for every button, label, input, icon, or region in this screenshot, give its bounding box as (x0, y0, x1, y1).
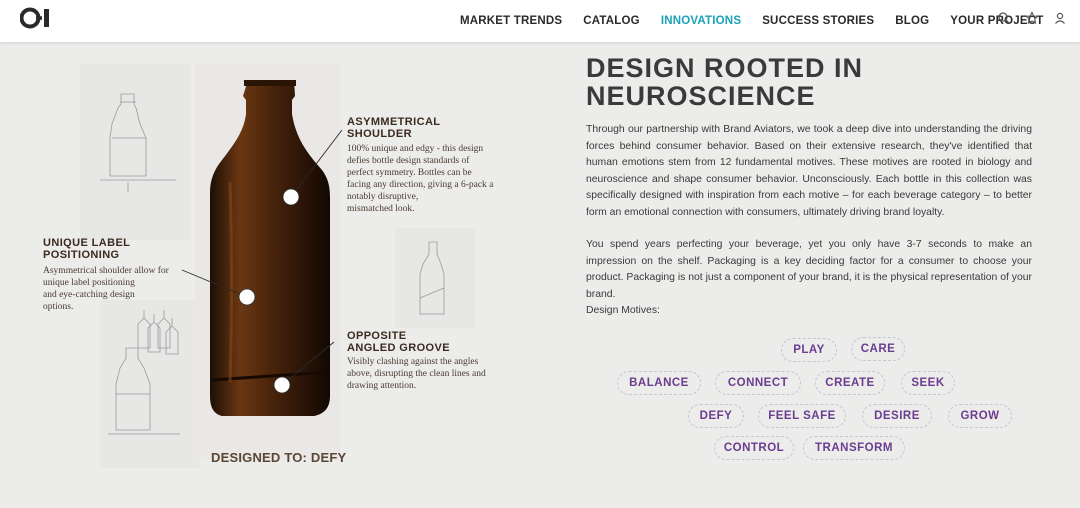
groove-callout-text: Visibly clashing against the angles abov… (347, 357, 486, 391)
motive-create[interactable]: CREATE (815, 371, 885, 395)
motive-play[interactable]: PLAY (781, 338, 837, 362)
marker-label (238, 288, 256, 306)
marker-shoulder (282, 188, 300, 206)
user-icon[interactable] (1053, 11, 1067, 25)
motive-control[interactable]: CONTROL (714, 436, 794, 460)
intro-paragraph: Through our partnership with Brand Aviat… (586, 124, 1032, 218)
page-title: DESIGN ROOTED IN NEUROSCIENCE (586, 53, 864, 111)
nav-catalog[interactable]: CATALOG (583, 15, 640, 27)
motive-care[interactable]: CARE (851, 337, 905, 361)
search-icon[interactable] (997, 11, 1011, 25)
motive-balance[interactable]: BALANCE (617, 371, 701, 395)
nav-market-trends[interactable]: MARKET TRENDS (460, 15, 562, 27)
main-nav: MARKET TRENDS CATALOG INNOVATIONS SUCCES… (449, 0, 1053, 42)
shoulder-callout-title: ASYMMETRICAL SHOULDER (347, 116, 441, 140)
nav-success-stories[interactable]: SUCCESS STORIES (762, 15, 874, 27)
o-i-logo[interactable] (20, 7, 52, 29)
groove-callout-title: OPPOSITE ANGLED GROOVE (347, 330, 450, 354)
motive-defy[interactable]: DEFY (688, 404, 744, 428)
packaging-paragraph: You spend years perfecting your beverage… (586, 239, 1032, 300)
motive-desire[interactable]: DESIRE (862, 404, 932, 428)
shoulder-callout-text: 100% unique and edgy - this design defie… (347, 144, 494, 214)
motive-feel-safe[interactable]: FEEL SAFE (758, 404, 846, 428)
motive-transform[interactable]: TRANSFORM (803, 436, 905, 460)
motive-grow[interactable]: GROW (948, 404, 1012, 428)
top-navigation-bar: MARKET TRENDS CATALOG INNOVATIONS SUCCES… (0, 0, 1080, 42)
star-icon[interactable] (1025, 11, 1039, 25)
bottle-illustration-area: ASYMMETRICAL SHOULDER 100% unique and ed… (0, 42, 560, 508)
motive-seek[interactable]: SEEK (901, 371, 955, 395)
marker-groove (273, 376, 291, 394)
label-callout-text: Asymmetrical shoulder allow for unique l… (43, 266, 169, 312)
label-callout-title: UNIQUE LABEL POSITIONING (43, 237, 131, 261)
designed-to-label: DESIGNED TO: DEFY (211, 450, 347, 465)
header-tools (997, 11, 1080, 25)
nav-blog[interactable]: BLOG (895, 15, 929, 27)
motive-connect[interactable]: CONNECT (715, 371, 801, 395)
design-motives-label: Design Motives: (586, 305, 660, 316)
nav-innovations[interactable]: INNOVATIONS (661, 15, 741, 27)
